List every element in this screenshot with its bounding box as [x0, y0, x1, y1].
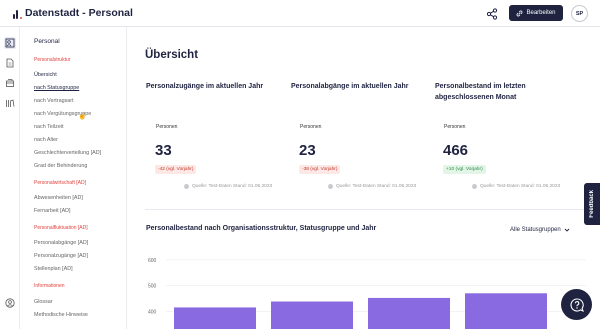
sidebar-section-informationen: Informationen — [34, 283, 65, 289]
mouse-cursor-icon: ☝ — [78, 113, 87, 120]
main-content: Übersicht Personalzugänge im aktuellen J… — [128, 27, 600, 329]
sidebar-item-nach-vertragsart[interactable]: nach Vertragsart — [34, 98, 74, 104]
card-title-abgaenge: Personalabgänge im aktuellen Jahr — [291, 83, 409, 90]
sidebar: Personal Personalstruktur Übersicht nach… — [21, 27, 127, 329]
feedback-tab[interactable]: Feedback — [584, 183, 600, 225]
bestand-bar-chart: 600500400300 — [148, 258, 586, 329]
card-label: Personen — [444, 124, 466, 130]
card-label: Personen — [156, 124, 178, 130]
edit-button[interactable]: Bearbeiten — [509, 5, 563, 21]
library-icon[interactable] — [4, 97, 16, 109]
datenstadt-logo-icon — [13, 9, 22, 19]
sidebar-item-personalzugaenge[interactable]: Personalzugänge [AD] — [34, 253, 88, 259]
storage-icon[interactable] — [4, 77, 16, 89]
card-label: Personen — [300, 124, 322, 130]
chevron-down-icon — [564, 228, 570, 232]
sidebar-item-fernarbeit[interactable]: Fernarbeit [AD] — [34, 208, 71, 214]
help-button[interactable] — [561, 289, 592, 320]
link-icon — [517, 10, 523, 16]
section-title-bestand: Personalbestand nach Organisationsstrukt… — [146, 225, 377, 232]
sidebar-item-grad-der-behinderung[interactable]: Grad der Behinderung — [34, 163, 87, 169]
help-chat-icon — [569, 297, 584, 312]
y-tick-label: 400 — [148, 309, 157, 315]
people-chart-icon[interactable] — [4, 37, 16, 49]
info-icon — [184, 184, 189, 189]
sidebar-item-geschlechterverteilung[interactable]: Geschlechterverteilung [AD] — [34, 150, 101, 156]
sidebar-item-nach-alter[interactable]: nach Alter — [34, 137, 58, 143]
delta-badge-zugaenge: -42 (vgl. Vorjahr) — [155, 165, 197, 174]
sidebar-item-abwesenheiten[interactable]: Abwesenheiten [AD] — [34, 195, 83, 201]
sidebar-section-personalwirtschaft: Personalwirtschaft [AD] — [34, 180, 86, 186]
y-tick-label: 600 — [148, 258, 157, 264]
sidebar-item-nach-statusgruppe[interactable]: nach Statusgruppe — [34, 85, 79, 91]
page-title: Übersicht — [145, 49, 199, 61]
document-icon[interactable] — [4, 57, 16, 69]
delta-badge-abgaenge: -38 (vgl. Vorjahr) — [299, 165, 341, 174]
bar[interactable] — [271, 301, 353, 329]
avatar[interactable]: SP — [571, 5, 588, 22]
kpi-value-bestand: 466 — [443, 142, 469, 159]
statusgruppe-dropdown[interactable]: Alle Statusgruppen — [510, 227, 570, 233]
top-bar: Datenstadt - Personal Bearbeiten SP — [0, 0, 600, 27]
source-note: Quelle: Test-Daten Stand: 01.06.2023 — [184, 184, 272, 189]
bar[interactable] — [174, 307, 256, 329]
user-icon[interactable] — [4, 297, 16, 309]
kpi-value-zugaenge: 33 — [155, 142, 172, 159]
divider — [145, 209, 585, 210]
sidebar-section-personalstruktur: Personalstruktur — [34, 57, 71, 63]
sidebar-item-nach-teilzeit[interactable]: nach Teilzeit — [34, 124, 64, 130]
icon-rail — [0, 27, 20, 329]
bar[interactable] — [368, 297, 450, 329]
sidebar-title[interactable]: Personal — [34, 38, 60, 45]
card-title-bestand: Personalbestand im letzten abgeschlossen… — [435, 83, 526, 101]
dropdown-label: Alle Statusgruppen — [510, 227, 561, 233]
info-icon — [328, 184, 333, 189]
edit-button-label: Bearbeiten — [526, 10, 556, 16]
delta-badge-bestand: +10 (vgl. Vorjahr) — [443, 165, 486, 174]
source-note: Quelle: Test-Daten Stand: 01.06.2023 — [328, 184, 416, 189]
app-title: Datenstadt - Personal — [25, 7, 133, 19]
card-title-zugaenge: Personalzugänge im aktuellen Jahr — [146, 83, 264, 90]
share-icon[interactable] — [486, 7, 498, 20]
info-icon — [472, 184, 477, 189]
kpi-value-abgaenge: 23 — [299, 142, 316, 159]
sidebar-item-glossar[interactable]: Glossar — [34, 299, 53, 305]
sidebar-item-stellenplan[interactable]: Stellenplan [AD] — [34, 266, 73, 272]
bar[interactable] — [465, 293, 547, 329]
sidebar-item-methodische-hinweise[interactable]: Methodische Hinweise — [34, 312, 88, 318]
source-note: Quelle: Test-Daten Stand: 01.06.2023 — [472, 184, 560, 189]
sidebar-item-uebersicht[interactable]: Übersicht — [34, 72, 57, 78]
sidebar-section-personalfluktuation: Personalfluktuation [AD] — [34, 225, 88, 231]
sidebar-item-personalabgaenge[interactable]: Personalabgänge [AD] — [34, 240, 88, 246]
y-tick-label: 500 — [148, 284, 157, 290]
